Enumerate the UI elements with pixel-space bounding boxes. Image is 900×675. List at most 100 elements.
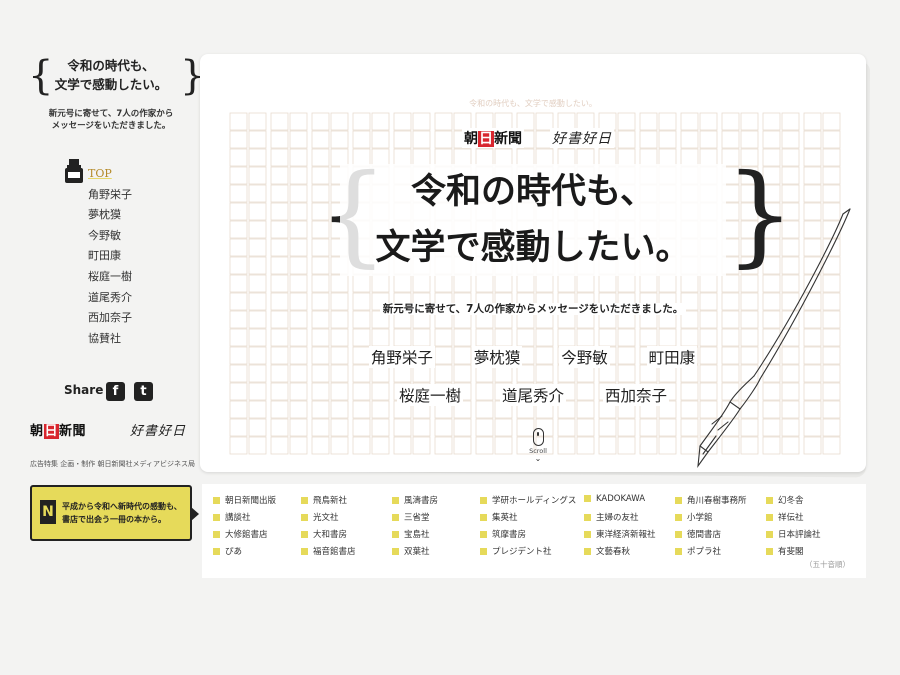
- grid-cell: [393, 436, 412, 455]
- banner-logo-icon: N: [40, 500, 56, 524]
- grid-cell: [434, 274, 453, 293]
- sponsor-link[interactable]: 文藝春秋: [584, 545, 630, 557]
- sponsor-link[interactable]: 宝島社: [392, 528, 430, 540]
- nav-item-author[interactable]: 角野栄子: [88, 185, 132, 206]
- grid-cell: [393, 130, 412, 149]
- sponsor-link[interactable]: 講談社: [213, 511, 251, 523]
- nav-item-author[interactable]: 町田康: [88, 246, 132, 267]
- sponsor-link[interactable]: 光文社: [301, 511, 339, 523]
- grid-cell: [289, 436, 308, 455]
- grid-cell: [617, 274, 636, 293]
- nav-item-author[interactable]: 夢枕獏: [88, 205, 132, 226]
- sponsor-link[interactable]: 飛鳥新社: [301, 494, 347, 506]
- twitter-icon[interactable]: t: [134, 382, 153, 401]
- grid-cell: [680, 130, 699, 149]
- sponsor-link[interactable]: 祥伝社: [766, 511, 804, 523]
- fountain-pen-icon: [697, 208, 851, 469]
- grid-cell: [557, 436, 576, 455]
- grid-cell: [699, 130, 718, 149]
- grid-cell: [352, 418, 371, 437]
- grid-cell: [412, 112, 431, 131]
- grid-cell: [352, 328, 371, 347]
- sponsor-link[interactable]: KADOKAWA: [584, 494, 645, 504]
- facebook-icon[interactable]: f: [106, 382, 125, 401]
- grid-cell: [803, 112, 822, 131]
- grid-cell: [229, 418, 248, 437]
- grid-cell: [434, 418, 453, 437]
- nav-item-author[interactable]: 今野敏: [88, 226, 132, 247]
- sponsor-link[interactable]: 日本評論社: [766, 528, 821, 540]
- sponsor-link[interactable]: 風濤書房: [392, 494, 438, 506]
- author-link[interactable]: 角野栄子: [368, 346, 435, 368]
- grid-cell: [311, 418, 330, 437]
- grid-cell: [270, 328, 289, 347]
- sidebar-nav: TOP 角野栄子 夢枕獏 今野敏 町田康 桜庭一樹 道尾秀介 西加奈子 協賛社: [88, 164, 132, 349]
- grid-cell: [248, 166, 267, 185]
- sponsor-link[interactable]: 学研ホールディングス: [480, 494, 576, 506]
- asahi-logo-char: 日: [43, 424, 60, 439]
- sponsor-link[interactable]: 幻冬舎: [766, 494, 804, 506]
- sponsor-link[interactable]: 朝日新聞出版: [213, 494, 276, 506]
- grid-cell: [289, 328, 308, 347]
- author-link[interactable]: 桜庭一樹: [397, 384, 464, 406]
- grid-cell: [289, 238, 308, 257]
- sponsor-link[interactable]: 角川春樹事務所: [675, 494, 747, 506]
- nav-item-sponsors[interactable]: 協賛社: [88, 329, 132, 350]
- sponsor-link[interactable]: 徳間書店: [675, 528, 721, 540]
- sponsor-link[interactable]: 福音館書店: [301, 545, 356, 557]
- sponsor-link[interactable]: 大和書房: [301, 528, 347, 540]
- sponsor-link[interactable]: 大修館書店: [213, 528, 268, 540]
- grid-cell: [270, 256, 289, 275]
- grid-cell: [248, 328, 267, 347]
- sponsor-link[interactable]: 集英社: [480, 511, 518, 523]
- grid-cell: [680, 112, 699, 131]
- grid-cell: [453, 328, 472, 347]
- nav-item-top[interactable]: TOP: [88, 164, 132, 185]
- sponsor-link[interactable]: 筑摩書房: [480, 528, 526, 540]
- sidebar: { } 令和の時代も、 文学で感動したい。 新元号に寄せて、7人の作家から メッ…: [0, 0, 205, 675]
- grid-cell: [229, 112, 248, 131]
- grid-cell: [270, 436, 289, 455]
- author-link[interactable]: 夢枕獏: [471, 346, 523, 368]
- grid-cell: [639, 112, 658, 131]
- grid-cell: [803, 166, 822, 185]
- asahi-logo[interactable]: 朝日新聞: [462, 128, 524, 148]
- grid-cell: [229, 148, 248, 167]
- scroll-indicator[interactable]: Scroll ⌄: [528, 428, 548, 463]
- sponsor-link[interactable]: 三省堂: [392, 511, 430, 523]
- sponsor-link[interactable]: 双葉社: [392, 545, 430, 557]
- grid-cell: [311, 436, 330, 455]
- author-link[interactable]: 道尾秀介: [499, 384, 566, 406]
- banner-text: 平成から令和へ新時代の感動も、 書店で出会う一冊の本から。: [62, 500, 190, 526]
- grid-cell: [535, 274, 554, 293]
- hero-panel: 令和の時代も、文学で感動したい。 朝日新聞 好書好日 { } 令和の時代も、 文…: [200, 54, 866, 472]
- sponsor-link[interactable]: 主婦の友社: [584, 511, 639, 523]
- koshokojitsu-logo[interactable]: 好書好日: [550, 128, 614, 148]
- author-link[interactable]: 西加奈子: [602, 384, 669, 406]
- nav-item-author[interactable]: 桜庭一樹: [88, 267, 132, 288]
- sponsor-link[interactable]: ポプラ社: [675, 545, 721, 557]
- sponsor-link[interactable]: 東洋経済新報社: [584, 528, 656, 540]
- asahi-logo[interactable]: 朝日新聞: [30, 420, 86, 439]
- promo-banner[interactable]: N 平成から令和へ新時代の感動も、 書店で出会う一冊の本から。: [30, 485, 199, 541]
- koshokojitsu-logo[interactable]: 好書好日: [130, 420, 186, 439]
- sponsor-link[interactable]: プレジデント社: [480, 545, 552, 557]
- sponsor-link[interactable]: 有斐閣: [766, 545, 804, 557]
- grid-cell: [330, 418, 349, 437]
- grid-cell: [494, 418, 513, 437]
- grid-cell: [453, 274, 472, 293]
- grid-cell: [535, 328, 554, 347]
- sponsor-link[interactable]: 小学館: [675, 511, 713, 523]
- author-link[interactable]: 今野敏: [559, 346, 610, 368]
- sponsor-link[interactable]: ぴあ: [213, 545, 242, 557]
- asahi-logo-char: 朝: [30, 424, 44, 439]
- grid-cell: [576, 418, 595, 437]
- grid-cell: [229, 166, 248, 185]
- grid-cell: [229, 220, 248, 239]
- grid-cell: [658, 274, 677, 293]
- nav-item-author[interactable]: 西加奈子: [88, 308, 132, 329]
- grid-cell: [781, 130, 800, 149]
- grid-cell: [229, 130, 248, 149]
- grid-cell: [412, 328, 431, 347]
- nav-item-author[interactable]: 道尾秀介: [88, 288, 132, 309]
